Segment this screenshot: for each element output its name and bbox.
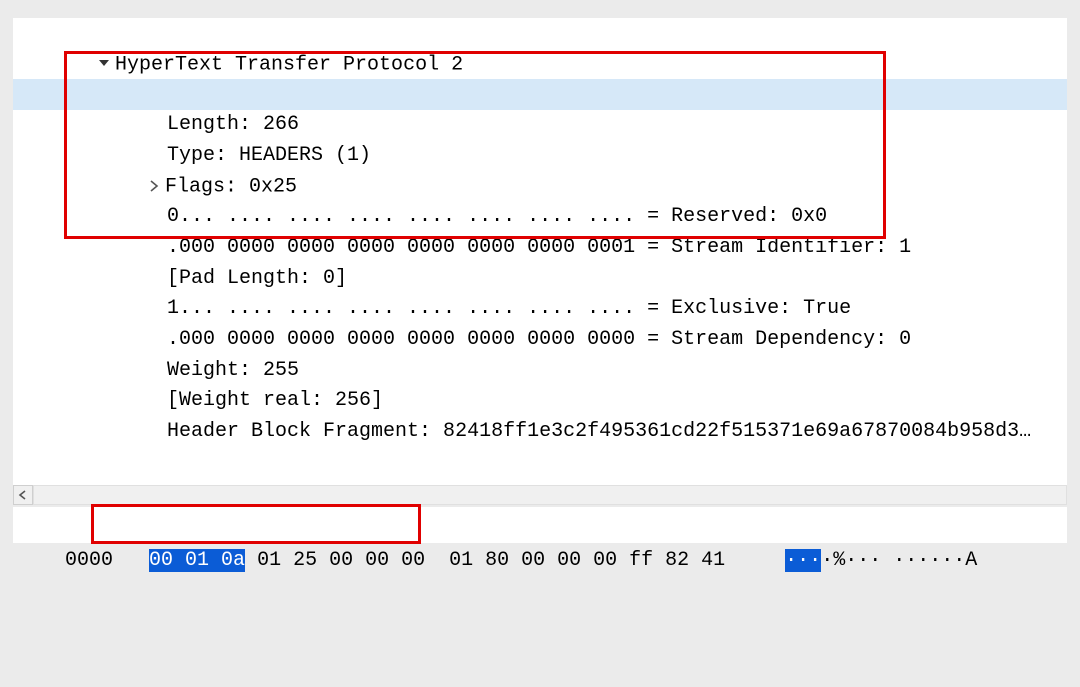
packet-details-pane[interactable]: HyperText Transfer Protocol 2 Stream: HE…	[13, 18, 1067, 488]
tree-row-stream-id[interactable]: .000 0000 0000 0000 0000 0000 0000 0001 …	[13, 202, 1067, 233]
hex-offset: 0000	[65, 549, 113, 572]
tree-row-reserved[interactable]: 0... .... .... .... .... .... .... .... …	[13, 171, 1067, 202]
packet-bytes-pane[interactable]: 0000 00 01 0a 01 25 00 00 00 01 80 00 00…	[13, 507, 1067, 543]
tree-row-padlen[interactable]: [Pad Length: 0]	[13, 233, 1067, 264]
horizontal-scrollbar[interactable]	[33, 485, 1067, 505]
highlight-box-hex-bytes	[91, 504, 421, 544]
tree-row-streamdep[interactable]: .000 0000 0000 0000 0000 0000 0000 0000 …	[13, 294, 1067, 325]
tree-row-protocol[interactable]: HyperText Transfer Protocol 2	[13, 18, 1067, 49]
hex-bytes-group1: 01 25 00 00 00 01	[245, 549, 485, 572]
tree-row-length[interactable]: Length: 266	[13, 79, 1067, 110]
hex-bytes-group2: 80 00 00 00 ff 82 41	[485, 549, 725, 572]
tree-row-weight[interactable]: Weight: 255	[13, 325, 1067, 356]
tree-row-weightreal[interactable]: [Weight real: 256]	[13, 356, 1067, 387]
ascii-rest: ·%··· ······A	[821, 549, 977, 572]
hex-selected-bytes: 00 01 0a	[149, 549, 245, 572]
tree-row-type[interactable]: Type: HEADERS (1)	[13, 110, 1067, 141]
tree-row-flags[interactable]: Flags: 0x25	[13, 141, 1067, 172]
tree-row-header-block[interactable]: Header Block Fragment: 82418ff1e3c2f4953…	[13, 386, 1067, 417]
tree-row-stream[interactable]: Stream: HEADERS, Stream ID: 1, Length 26…	[13, 49, 1067, 80]
header-block-fragment: Header Block Fragment: 82418ff1e3c2f4953…	[167, 420, 1031, 443]
tree-row-exclusive[interactable]: 1... .... .... .... .... .... .... .... …	[13, 264, 1067, 295]
scroll-left-button[interactable]	[13, 485, 33, 505]
ascii-selected: ···	[785, 549, 821, 572]
